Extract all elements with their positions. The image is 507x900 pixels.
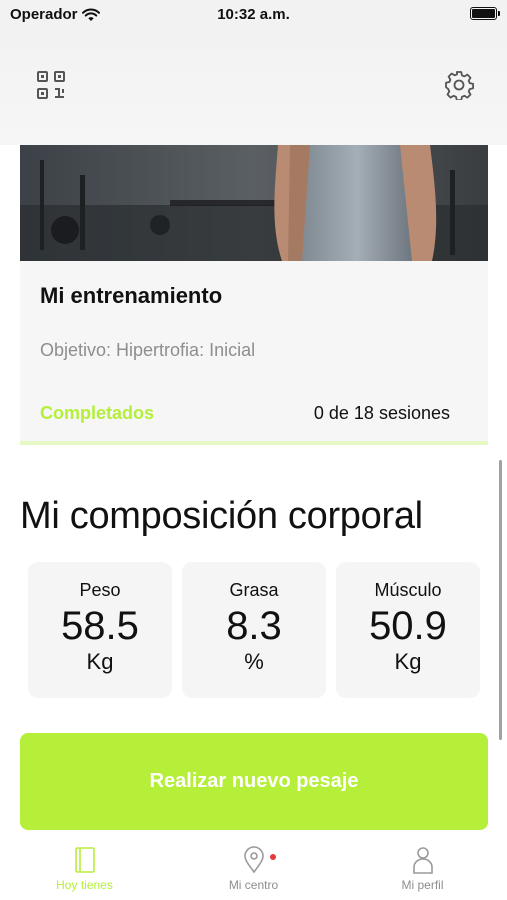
top-header [0,30,507,145]
battery-icon [470,7,500,20]
location-pin-icon [243,846,264,874]
metric-value: 58.5 [61,604,139,648]
metric-card-fat: Grasa 8.3 % [182,562,326,698]
status-bar: Operador 10:32 a.m. [0,0,507,30]
metric-value: 8.3 [226,604,282,648]
tab-label: Hoy tienes [56,878,113,892]
metric-label: Músculo [374,580,442,600]
tab-mi-perfil[interactable]: Mi perfil [338,846,507,892]
gear-icon[interactable] [444,70,474,100]
tab-mi-centro[interactable]: Mi centro [169,846,338,892]
progress-value: 0 de 18 sesiones [313,403,450,423]
notebook-icon [74,847,95,873]
metric-value: 50.9 [369,604,447,648]
progress-bar [20,441,488,445]
training-card[interactable]: Mi entrenamiento Objetivo: Hipertrofia: … [20,145,488,445]
metrics-row: Peso 58.5 Kg Grasa 8.3 % Músculo 50.9 Kg [28,562,480,698]
person-icon [412,847,433,874]
tab-bar: Hoy tienes Mi centro Mi perfil [0,840,507,900]
metric-card-muscle: Músculo 50.9 Kg [336,562,480,698]
notification-dot [270,854,276,860]
new-weighing-button[interactable]: Realizar nuevo pesaje [20,733,488,830]
tab-label: Mi centro [228,878,279,892]
training-objective: Objetivo: Hipertrofia: Inicial [40,340,256,360]
metric-label: Peso [79,580,121,600]
tab-hoy-tienes[interactable]: Hoy tienes [0,846,169,892]
metric-card-weight: Peso 58.5 Kg [28,562,172,698]
metric-unit: % [244,649,264,674]
tab-label: Mi perfil [401,878,444,892]
training-title: Mi entrenamiento [40,283,223,308]
qr-code-icon[interactable] [36,70,66,100]
training-photo [20,145,488,261]
metric-unit: Kg [394,649,422,674]
metric-unit: Kg [86,649,114,674]
scroll-indicator[interactable] [499,460,502,740]
clock: 10:32 a.m. [217,6,290,23]
progress-label: Completados [40,403,155,423]
body-composition-title: Mi composición corporal [20,495,423,537]
metric-label: Grasa [229,580,279,600]
